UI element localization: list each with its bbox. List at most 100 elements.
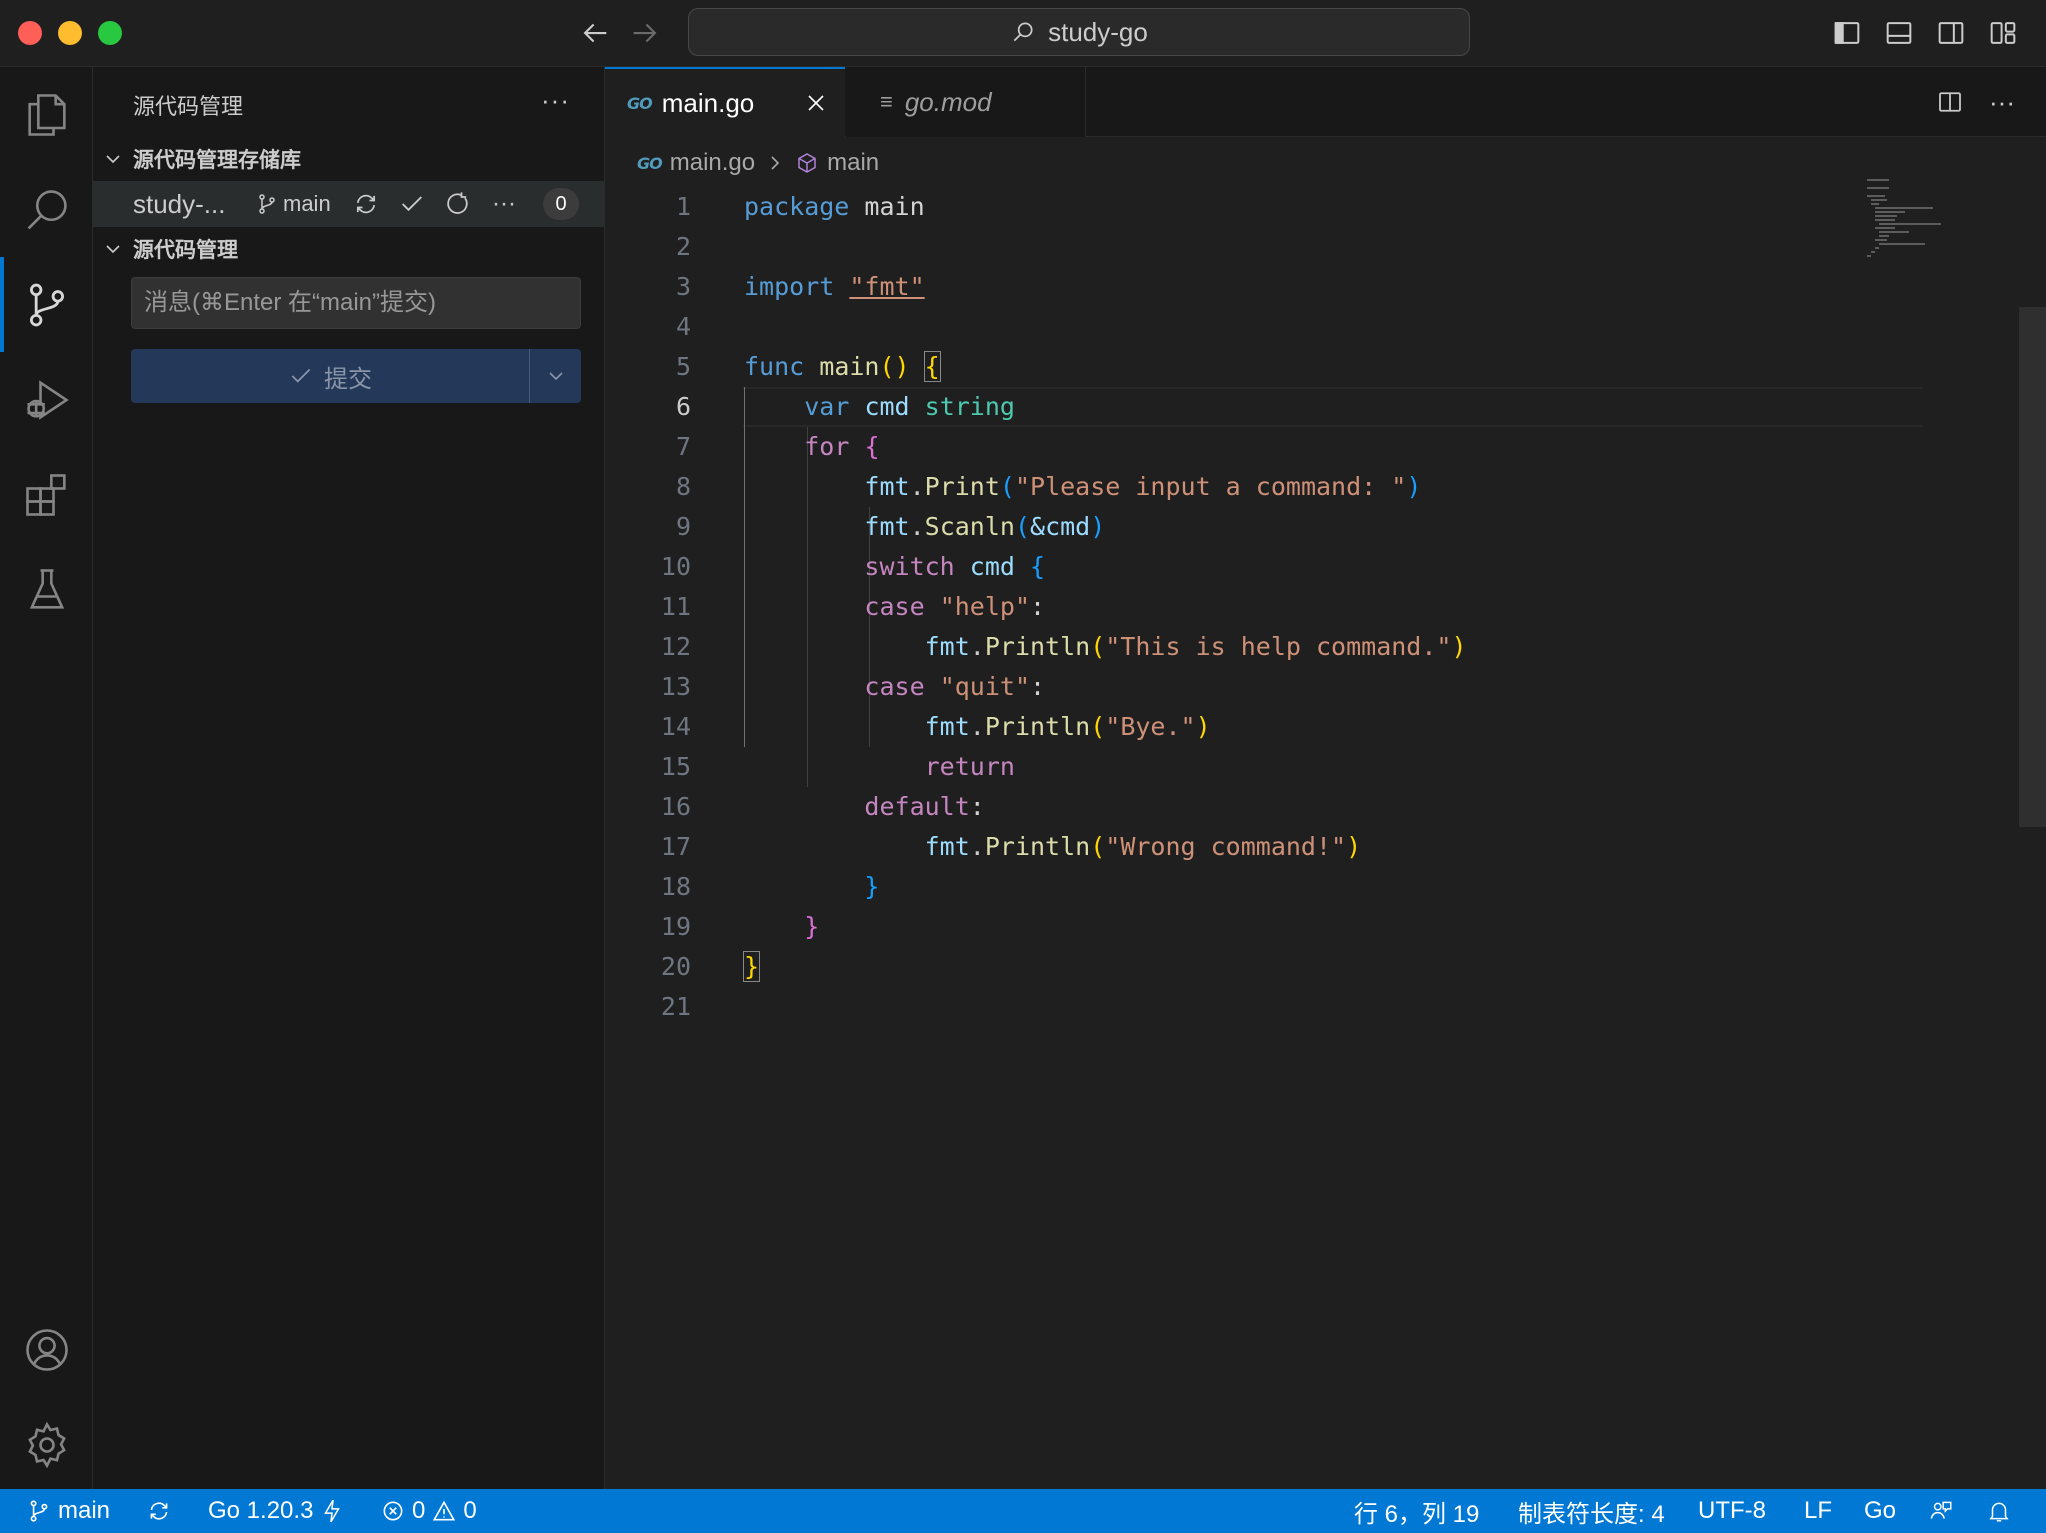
changes-count-badge: 0	[543, 188, 579, 220]
code-line: 18 }	[660, 872, 880, 901]
commit-options-dropdown[interactable]	[529, 349, 581, 403]
code-line-current: 6 var cmd string	[675, 392, 1015, 421]
sync-changes-icon[interactable]	[351, 189, 381, 219]
warning-icon	[433, 1500, 456, 1521]
repositories-section-label: 源代码管理存储库	[133, 149, 301, 172]
code-line: 15 return	[660, 752, 1015, 781]
maximize-window-button[interactable]	[98, 21, 122, 45]
editor-scrollbar[interactable]	[2019, 307, 2046, 827]
code-line: 16 default:	[660, 792, 985, 821]
code-line: 4	[675, 312, 691, 341]
refresh-icon[interactable]	[443, 189, 473, 219]
code-line: 17 fmt.Println("Wrong command!")	[660, 832, 1362, 861]
forward-arrow-icon[interactable]	[628, 16, 662, 50]
status-encoding[interactable]: UTF-8	[1698, 1489, 1766, 1533]
accounts-icon[interactable]	[0, 1302, 93, 1397]
activity-bar	[0, 67, 93, 1489]
tab-label: main.go	[661, 87, 755, 118]
extensions-icon[interactable]	[0, 447, 93, 542]
breadcrumb-symbol[interactable]: main	[827, 149, 879, 177]
tab-label: go.mod	[904, 86, 992, 117]
code-line: 7 for {	[675, 432, 880, 461]
close-window-button[interactable]	[18, 21, 42, 45]
git-branch-icon	[259, 194, 275, 214]
errors-count: 0	[412, 1497, 426, 1524]
go-file-icon: GO	[627, 93, 653, 113]
code-line: 19 }	[660, 912, 820, 941]
status-branch-label: main	[58, 1497, 111, 1524]
close-icon[interactable]	[801, 88, 831, 118]
title-bar: study-go	[0, 0, 2046, 67]
explorer-icon[interactable]	[0, 67, 93, 162]
commit-check-icon[interactable]	[397, 189, 427, 219]
status-language[interactable]: Go	[1864, 1489, 1896, 1533]
check-icon	[291, 368, 311, 383]
status-cursor-position[interactable]: 行 6，列 19	[1354, 1489, 1479, 1533]
repositories-section-header[interactable]: 源代码管理存储库	[93, 139, 605, 179]
code-line: 12 fmt.Println("This is help command.")	[660, 632, 1467, 661]
code-line: 9 fmt.Scanln(&cmd)	[675, 512, 1106, 541]
testing-flask-icon[interactable]	[0, 542, 93, 637]
search-icon	[1010, 19, 1036, 45]
status-branch[interactable]: main	[26, 1489, 110, 1533]
tab-main-go[interactable]: GO main.go	[605, 67, 845, 137]
repository-branch[interactable]: main	[255, 191, 331, 217]
chevron-down-icon	[93, 237, 133, 261]
status-eol[interactable]: LF	[1804, 1489, 1832, 1533]
code-line: 8 fmt.Print("Please input a command: ")	[675, 472, 1422, 501]
go-version-label: Go 1.20.3	[208, 1497, 314, 1524]
status-problems[interactable]: 0 0	[380, 1489, 477, 1533]
code-editor[interactable]: 1 package main 2 3 import "fmt" 4 5 func ma…	[605, 187, 1985, 1027]
code-line: 10 switch cmd {	[660, 552, 1046, 581]
code-line: 20}	[660, 951, 761, 982]
go-file-icon: GO	[637, 153, 663, 173]
commit-button[interactable]: 提交	[131, 349, 529, 403]
notifications-bell-icon[interactable]	[1986, 1489, 2012, 1533]
minimap[interactable]	[1865, 177, 1965, 267]
source-control-sidebar: 源代码管理 ··· 源代码管理存储库 study-... main ··· 0 …	[93, 67, 605, 1489]
feedback-icon[interactable]	[1928, 1489, 1954, 1533]
code-line: 13 case "quit":	[660, 672, 1046, 701]
repository-more-actions-button[interactable]: ···	[489, 189, 519, 219]
toggle-primary-sidebar-icon[interactable]	[1830, 16, 1864, 50]
status-tab-size[interactable]: 制表符长度: 4	[1518, 1489, 1665, 1533]
code-line: 2	[675, 232, 691, 261]
run-debug-icon[interactable]	[0, 352, 93, 447]
code-line: 1 package main	[675, 192, 925, 221]
code-line: 11 case "help":	[660, 592, 1046, 621]
code-line: 21	[660, 992, 691, 1021]
manage-gear-icon[interactable]	[0, 1397, 93, 1492]
toggle-secondary-sidebar-icon[interactable]	[1934, 16, 1968, 50]
status-bar: main Go 1.20.3 0 0 行 6，列 19 制表符长度: 4 UTF…	[0, 1489, 2046, 1533]
sidebar-header: 源代码管理 ···	[93, 67, 605, 137]
code-line: 5 func main() {	[675, 351, 941, 382]
status-go-version[interactable]: Go 1.20.3	[208, 1489, 345, 1533]
search-icon[interactable]	[0, 162, 93, 257]
toggle-panel-icon[interactable]	[1882, 16, 1916, 50]
package-symbol-icon	[798, 153, 816, 173]
tab-go-mod[interactable]: ≡ go.mod	[846, 67, 1086, 137]
chevron-down-icon	[93, 147, 133, 171]
scm-section-header[interactable]: 源代码管理	[93, 229, 605, 269]
command-center-search[interactable]: study-go	[688, 8, 1470, 56]
repository-row[interactable]: study-... main ··· 0	[93, 181, 605, 227]
sync-icon[interactable]	[146, 1489, 172, 1533]
code-line: 3 import "fmt"	[675, 272, 925, 301]
editor-more-actions-button[interactable]: ···	[1985, 85, 2019, 119]
git-branch-icon	[30, 1500, 48, 1522]
editor-area: GO main.go ≡ go.mod ··· GO main.go main …	[605, 67, 2046, 1489]
minimize-window-button[interactable]	[58, 21, 82, 45]
commit-message-input[interactable]	[131, 277, 581, 329]
breadcrumb-file[interactable]: main.go	[670, 149, 755, 177]
warnings-count: 0	[463, 1497, 477, 1524]
breadcrumb: GO main.go main	[637, 143, 879, 183]
chevron-right-icon	[771, 156, 780, 170]
customize-layout-icon[interactable]	[1986, 16, 2020, 50]
sidebar-title: 源代码管理	[133, 94, 244, 119]
chevron-down-icon	[548, 372, 563, 381]
sidebar-more-actions-button[interactable]: ···	[541, 85, 570, 116]
text-file-icon: ≡	[880, 89, 893, 114]
source-control-icon[interactable]	[0, 257, 93, 352]
back-arrow-icon[interactable]	[578, 16, 612, 50]
split-editor-icon[interactable]	[1933, 85, 1967, 119]
